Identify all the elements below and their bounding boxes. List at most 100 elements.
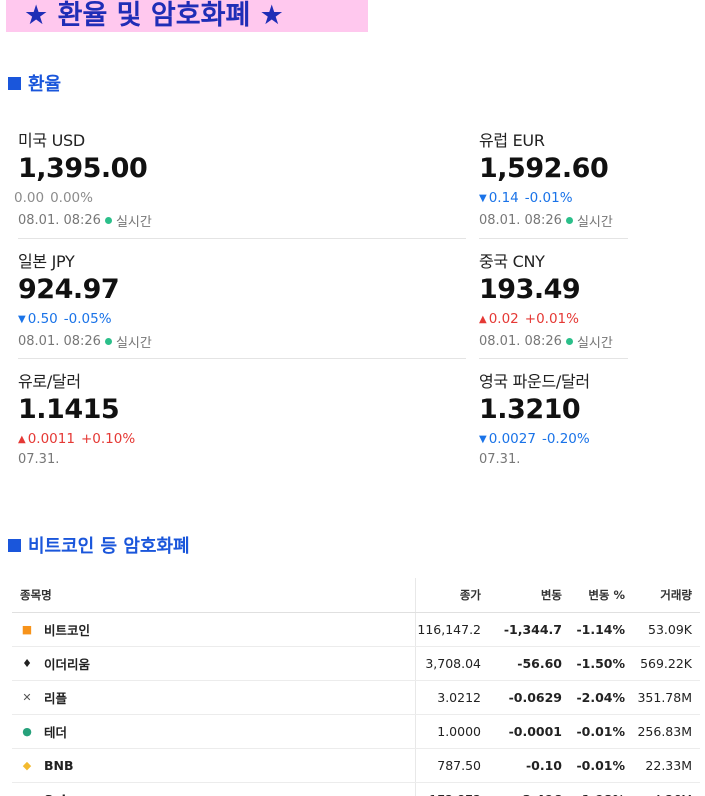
coin-volume: 4.36M (633, 782, 700, 796)
up-triangle-icon: ▲ (479, 313, 487, 325)
live-dot-icon (104, 338, 112, 345)
fx-name: 미국 USD (18, 131, 85, 150)
fx-change-value: 0.50 (27, 311, 58, 327)
fx-change: ▼ 0.50 -0.05% (18, 311, 152, 327)
coin-change: -1,344.7 (489, 612, 570, 647)
coin-close: 1.0000 (415, 714, 489, 749)
fx-live-label: 실시간 (576, 336, 613, 351)
fx-time-row: 08.01. 08:26 실시간 (18, 332, 152, 351)
coin-close: 172.873 (415, 782, 489, 796)
coin-close: 787.50 (415, 748, 489, 783)
fx-change-pct: -0.20% (541, 431, 590, 447)
square-bullet-icon (8, 538, 21, 552)
fx-name: 유로/달러 (18, 372, 81, 391)
coin-change-pct: -2.04% (570, 680, 633, 715)
fx-change-value: 0.0011 (27, 431, 75, 447)
square-bullet-icon (8, 76, 21, 90)
fx-item[interactable]: 유럽 EUR 1,592.60 ▼ 0.14 -0.01% 08.01. 08:26 실시간 (479, 127, 613, 230)
fx-item[interactable]: 영국 파운드/달러 1.3210 ▼ 0.0027 -0.20% 07.31. (479, 368, 590, 467)
coin-name-cell: ≡ Solana (12, 782, 416, 796)
fx-change-pct: +0.10% (80, 431, 136, 447)
fx-live-label: 실시간 (576, 215, 613, 230)
fx-price: 1.3210 (479, 394, 581, 425)
coin-name-cell: ● 테더 (12, 714, 416, 749)
fx-change-value: 0.00 (14, 190, 45, 206)
col-header-pct[interactable]: 변동 % (570, 578, 633, 613)
coin-volume: 22.33M (633, 748, 700, 783)
fx-row-divider (479, 238, 628, 239)
fx-change-value: 0.14 (488, 190, 519, 206)
fx-price: 924.97 (18, 274, 120, 305)
fx-timestamp: 08.01. 08:26 (18, 213, 101, 228)
fx-live-label: 실시간 (115, 336, 152, 351)
fx-row-divider (18, 358, 466, 359)
fx-change: 0.00 0.00% (14, 190, 152, 206)
fx-item[interactable]: 중국 CNY 193.49 ▲ 0.02 +0.01% 08.01. 08:26 실시간 (479, 248, 613, 351)
coin-change: -0.0001 (489, 714, 570, 749)
fx-row-divider (479, 358, 628, 359)
coin-volume: 351.78M (633, 680, 700, 715)
coin-change: -0.10 (489, 748, 570, 783)
fx-timestamp: 07.31. (18, 452, 60, 467)
fx-price: 1,395.00 (18, 153, 148, 184)
solana-icon: ≡ (20, 793, 34, 796)
bnb-icon: ◆ (22, 758, 32, 772)
table-row[interactable]: ◆ BNB 787.50 -0.10 -0.01% 22.33M (12, 748, 700, 783)
fx-time-row: 07.31. (18, 452, 135, 467)
tether-icon: ● (22, 724, 32, 738)
fx-item[interactable]: 유로/달러 1.1415 ▲ 0.0011 +0.10% 07.31. (18, 368, 135, 467)
fx-timestamp: 07.31. (479, 452, 521, 467)
fx-change-pct: +0.01% (524, 311, 579, 327)
crypto-table-body: ■ 비트코인 116,147.2 -1,344.7 -1.14% 53.09K ♦ 이더리움 3… (12, 612, 700, 796)
fx-name: 유럽 EUR (479, 131, 545, 150)
coin-name[interactable]: 비트코인 (44, 620, 90, 639)
table-row[interactable]: ● 테더 1.0000 -0.0001 -0.01% 256.83M (12, 714, 700, 749)
fx-change-value: 0.02 (488, 311, 519, 327)
col-header-name[interactable]: 종목명 (12, 578, 416, 613)
coin-name[interactable]: Solana (44, 792, 92, 796)
crypto-section-title: 비트코인 등 암호화폐 (8, 532, 190, 558)
bitcoin-icon: ■ (21, 622, 33, 636)
coin-close: 3.0212 (415, 680, 489, 715)
fx-time-row: 08.01. 08:26 실시간 (18, 211, 152, 230)
fx-name: 영국 파운드/달러 (479, 372, 590, 391)
down-triangle-icon: ▼ (18, 313, 26, 325)
fx-item[interactable]: 미국 USD 1,395.00 0.00 0.00% 08.01. 08:26 실시간 (14, 127, 152, 230)
crypto-section-label: 비트코인 등 암호화폐 (28, 536, 190, 557)
coin-change-pct: -1.50% (570, 646, 633, 681)
coin-name[interactable]: 이더리움 (44, 654, 90, 673)
table-header-row: 종목명 종가 변동 변동 % 거래량 (12, 578, 700, 613)
col-header-close[interactable]: 종가 (415, 578, 489, 613)
down-triangle-icon: ▼ (479, 433, 487, 445)
fx-change-pct: 0.00% (50, 190, 93, 206)
fx-change: ▲ 0.02 +0.01% (479, 311, 613, 327)
coin-name[interactable]: 테더 (44, 722, 67, 741)
fx-section-title: 환율 (8, 70, 61, 96)
table-row[interactable]: ■ 비트코인 116,147.2 -1,344.7 -1.14% 53.09K (12, 612, 700, 647)
fx-name: 일본 JPY (18, 252, 75, 271)
live-dot-icon (565, 338, 573, 345)
fx-timestamp: 08.01. 08:26 (479, 334, 562, 349)
fx-price: 1,592.60 (479, 153, 609, 184)
table-row[interactable]: ♦ 이더리움 3,708.04 -56.60 -1.50% 569.22K (12, 646, 700, 681)
fx-change: ▼ 0.14 -0.01% (479, 190, 613, 206)
coin-change-pct: -1.98% (570, 782, 633, 796)
coin-name[interactable]: BNB (44, 758, 74, 773)
fx-time-row: 08.01. 08:26 실시간 (479, 211, 613, 230)
col-header-change[interactable]: 변동 (489, 578, 570, 613)
coin-name-cell: ✕ 리플 (12, 680, 416, 715)
crypto-table: 종목명 종가 변동 변동 % 거래량 ■ 비트코인 116,147.2 -1,344.… (12, 578, 700, 796)
coin-change: -0.0629 (489, 680, 570, 715)
fx-item[interactable]: 일본 JPY 924.97 ▼ 0.50 -0.05% 08.01. 08:26 실시간 (18, 248, 152, 351)
coin-change-pct: -0.01% (570, 714, 633, 749)
fx-timestamp: 08.01. 08:26 (18, 334, 101, 349)
table-row[interactable]: ✕ 리플 3.0212 -0.0629 -2.04% 351.78M (12, 680, 700, 715)
table-row[interactable]: ≡ Solana 172.873-3.496-1.98%4.36M (12, 782, 700, 796)
up-triangle-icon: ▲ (18, 433, 26, 445)
coin-change: -3.496 (489, 782, 570, 796)
col-header-volume[interactable]: 거래량 (633, 578, 700, 613)
coin-volume: 256.83M (633, 714, 700, 749)
fx-price: 193.49 (479, 274, 581, 305)
coin-close: 116,147.2 (415, 612, 489, 647)
coin-name[interactable]: 리플 (44, 688, 67, 707)
